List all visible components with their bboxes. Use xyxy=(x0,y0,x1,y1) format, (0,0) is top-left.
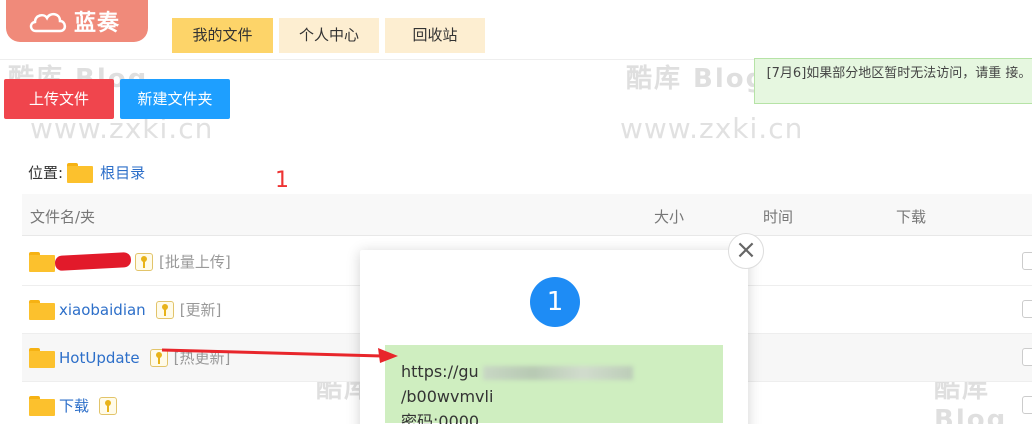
share-url-prefix: https://gu xyxy=(401,362,479,381)
logo-text: 蓝奏 xyxy=(74,11,121,36)
tab-personal-center[interactable]: 个人中心 xyxy=(279,18,379,53)
file-tag: [批量上传] xyxy=(159,253,231,271)
breadcrumb-label: 位置: xyxy=(28,164,64,182)
column-size: 大小 xyxy=(654,208,685,226)
blurred-url-segment xyxy=(482,365,633,380)
folder-icon xyxy=(29,347,55,368)
column-name: 文件名/夹 xyxy=(30,208,96,226)
folder-name-link[interactable]: 下载 xyxy=(59,395,89,416)
column-download: 下载 xyxy=(896,208,927,226)
row-checkbox[interactable] xyxy=(1022,300,1032,318)
share-url[interactable]: https://gu/b00wvmvli xyxy=(401,359,707,409)
tab-my-files[interactable]: 我的文件 xyxy=(172,18,273,53)
folder-icon xyxy=(67,162,94,183)
share-link-box[interactable]: https://gu/b00wvmvli 密码:0000 xyxy=(385,345,723,424)
table-header: 文件名/夹 大小 时间 下载 xyxy=(22,194,1032,236)
share-url-suffix: /b00wvmvli xyxy=(401,387,494,406)
file-tag: [更新] xyxy=(179,301,222,319)
row-checkbox[interactable] xyxy=(1022,396,1032,414)
folder-name-link[interactable]: HotUpdate xyxy=(59,349,140,367)
key-icon xyxy=(99,396,118,415)
watermark-logo: 酷库 Blog xyxy=(626,64,767,94)
share-password: 密码:0000 xyxy=(401,412,480,424)
tab-recycle-bin[interactable]: 回收站 xyxy=(385,18,485,53)
breadcrumb-root-link[interactable]: 根目录 xyxy=(100,162,145,183)
breadcrumb: 位置: 根目录 xyxy=(28,162,145,183)
close-icon[interactable]: × xyxy=(728,233,764,269)
row-checkbox[interactable] xyxy=(1022,252,1032,270)
folder-icon xyxy=(29,395,55,416)
folder-icon xyxy=(29,299,55,320)
annotation-number: 1 xyxy=(275,168,289,193)
redacted-filename xyxy=(54,252,132,271)
cloud-icon xyxy=(28,9,68,33)
column-time: 时间 xyxy=(763,208,794,226)
popup-badge: 1 xyxy=(530,277,580,327)
notice-banner: [7月6]如果部分地区暂时无法访问，请重 接。 xyxy=(754,58,1032,104)
row-checkbox[interactable] xyxy=(1022,348,1032,366)
page: 蓝奏 我的文件 个人中心 回收站 酷库 Blog 酷库 Blog www.zxk… xyxy=(0,0,1032,424)
upload-file-button[interactable]: 上传文件 xyxy=(4,79,114,119)
new-folder-button[interactable]: 新建文件夹 xyxy=(120,79,230,119)
annotation-arrow-icon xyxy=(161,348,398,363)
key-icon xyxy=(155,300,174,319)
folder-name-link[interactable]: xiaobaidian xyxy=(59,301,146,319)
folder-icon xyxy=(29,251,55,272)
key-icon xyxy=(135,252,153,271)
watermark-url: www.zxki.cn xyxy=(620,112,804,145)
logo[interactable]: 蓝奏 xyxy=(6,0,148,42)
top-header: 蓝奏 我的文件 个人中心 回收站 xyxy=(0,0,1032,60)
main-nav: 我的文件 个人中心 回收站 xyxy=(172,18,485,53)
